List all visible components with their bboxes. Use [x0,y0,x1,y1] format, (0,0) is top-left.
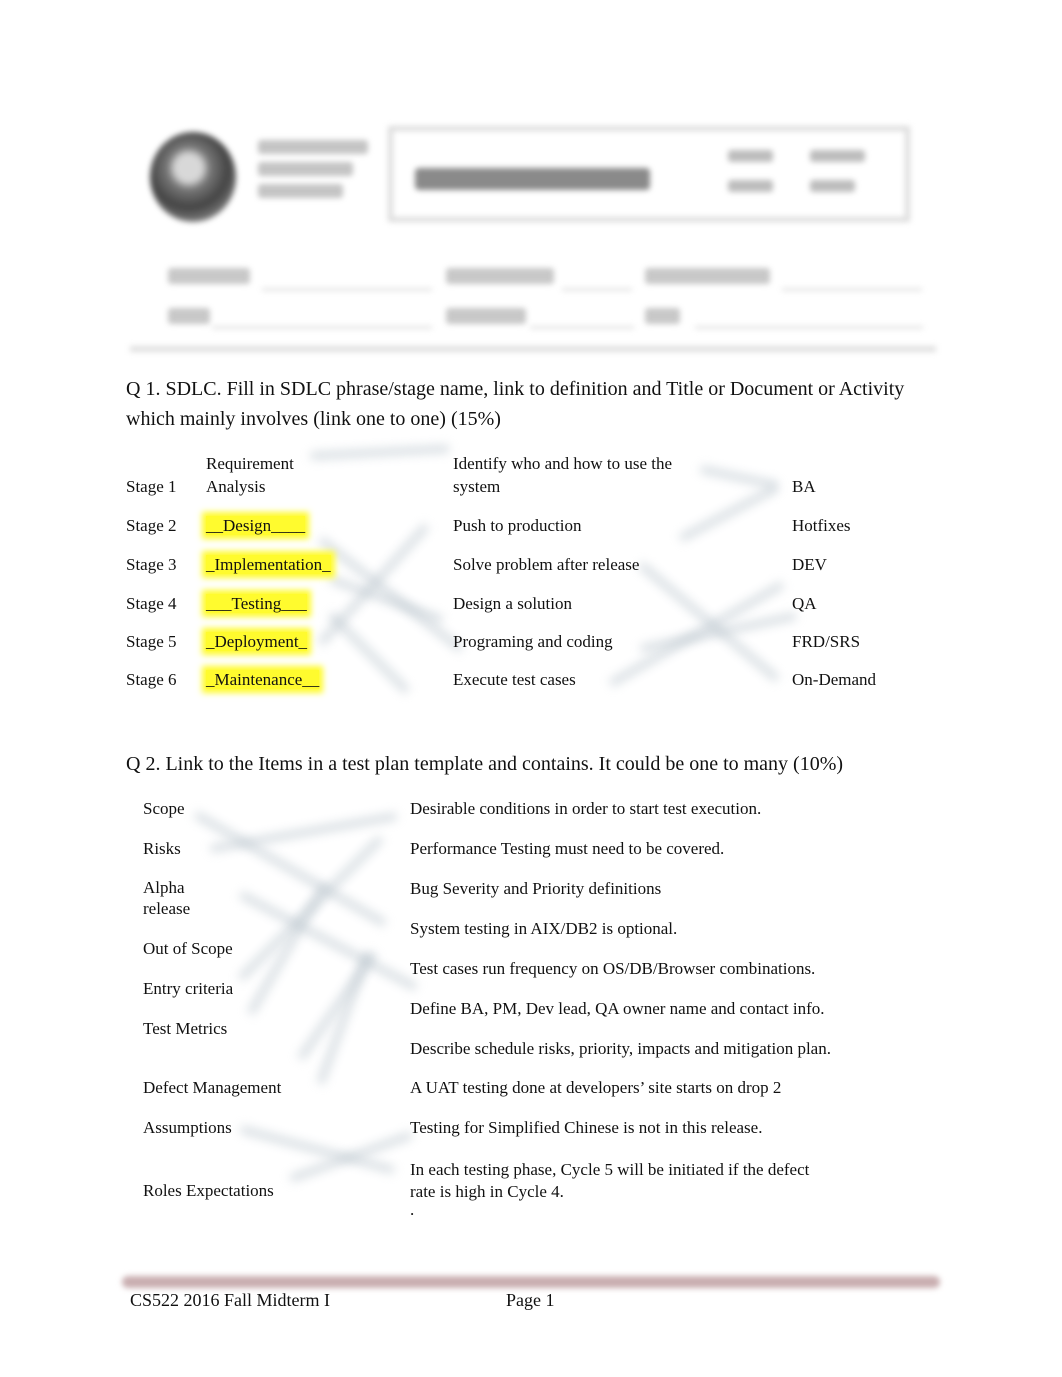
definition-item: Design a solution [453,594,572,613]
q1-connector-line [699,465,780,490]
test-plan-item: Risks [143,839,181,858]
definition-item: Solve problem after release [453,555,640,574]
test-plan-description: Test cases run frequency on OS/DB/Browse… [410,959,816,978]
q1-connector-line [678,483,780,543]
footer-course: CS522 2016 Fall Midterm I [130,1290,331,1310]
date-label [645,308,680,324]
q1-connector-line [327,611,411,695]
role-item: FRD/SRS [792,632,861,651]
test-plan-item: Alpha release [143,877,190,919]
exam-box-cell [810,150,865,162]
course-number-label [446,268,554,284]
stage-answer-highlighted[interactable]: _Deployment_ [206,632,308,651]
university-name-block [258,140,370,198]
q1-title-line2: which mainly involves (link one to one) … [126,408,501,430]
definition-item: Execute test cases [453,670,576,689]
footer-page-number: Page 1 [506,1290,555,1310]
q1-title: Q 1. SDLC. Fill in SDLC phrase/stage nam… [126,374,956,434]
course-title-field[interactable] [262,288,432,291]
header-divider [130,346,936,352]
role-item: Hotfixes [792,516,851,535]
stage-label: Stage 4 [126,594,177,613]
stage-answer-highlighted[interactable]: _Implementation_ [206,555,331,574]
course-title-label [168,268,250,284]
date-field[interactable] [695,326,923,329]
exam-box-cell [728,180,773,192]
test-plan-description: Performance Testing must need to be cove… [410,839,725,858]
test-plan-item: Entry criteria [143,979,234,998]
q1-connector-line [309,444,451,460]
stage-answer-highlighted[interactable]: ___Testing___ [206,594,307,613]
test-plan-item: Roles Expectations [143,1181,274,1200]
definition-item: Identify who and how to use the system [453,452,672,498]
q2-connector-line [238,890,419,992]
test-plan-item-line1: Alpha [143,878,185,897]
q1-connector-line [317,535,465,653]
definition-item: Push to production [453,516,582,535]
stage-label: Stage 1 [126,477,177,496]
stage-answer-line2: Analysis [206,477,266,496]
stage-answer-line1: Requirement [206,454,294,473]
test-plan-description: In each testing phase, Cycle 5 will be i… [410,1159,810,1219]
footer-divider [122,1276,940,1288]
role-item: DEV [792,555,827,574]
description-line2: rate is high in Cycle 4. [410,1182,564,1201]
university-logo [150,132,236,222]
test-plan-item: Test Metrics [143,1019,228,1038]
course-number-field[interactable] [562,288,632,291]
test-plan-item: Defect Management [143,1078,282,1097]
test-plan-item: Out of Scope [143,939,233,958]
test-plan-description: Describe schedule risks, priority, impac… [410,1039,831,1058]
description-line1: In each testing phase, Cycle 5 will be i… [410,1160,810,1179]
q2-connector-line [288,1130,414,1183]
id-number-field[interactable] [530,326,634,329]
test-plan-description: Bug Severity and Priority definitions [410,879,662,898]
role-item: BA [792,477,816,496]
q1-title-line1: Q 1. SDLC. Fill in SDLC phrase/stage nam… [126,378,905,400]
q2-connector-line [193,810,388,928]
test-plan-item-line2: release [143,899,191,918]
id-number-label [446,308,526,324]
test-plan-description: Desirable conditions in order to start t… [410,799,762,818]
exam-box-cell [728,150,773,162]
stage-answer-highlighted[interactable]: __Design____ [206,516,306,535]
stage-label: Stage 2 [126,516,177,535]
test-plan-description: Define BA, PM, Dev lead, QA owner name a… [410,999,825,1018]
name-label [168,308,210,324]
role-item: QA [792,594,817,613]
test-plan-description: Testing for Simplified Chinese is not in… [410,1118,763,1137]
definition-line2: system [453,477,501,496]
stage-answer[interactable]: Requirement Analysis [206,452,294,498]
definition-item: Programing and coding [453,632,613,651]
stage-answer-highlighted[interactable]: _Maintenance__ [206,670,320,689]
stage-label: Stage 5 [126,632,177,651]
instructor-label [645,268,770,284]
definition-line1: Identify who and how to use the [453,454,673,473]
test-plan-description: System testing in AIX/DB2 is optional. [410,919,678,938]
exam-title [415,168,650,190]
stage-label: Stage 6 [126,670,177,689]
role-item: On-Demand [792,670,877,689]
name-field[interactable] [212,326,432,329]
instructor-field[interactable] [782,288,922,291]
test-plan-item: Scope [143,799,185,818]
test-plan-description: A UAT testing done at developers’ site s… [410,1078,782,1097]
test-plan-item: Assumptions [143,1118,232,1137]
description-line3: . [410,1200,415,1219]
q2-title: Q 2. Link to the Items in a test plan te… [126,753,844,775]
exam-box-cell [810,180,855,192]
stage-label: Stage 3 [126,555,177,574]
